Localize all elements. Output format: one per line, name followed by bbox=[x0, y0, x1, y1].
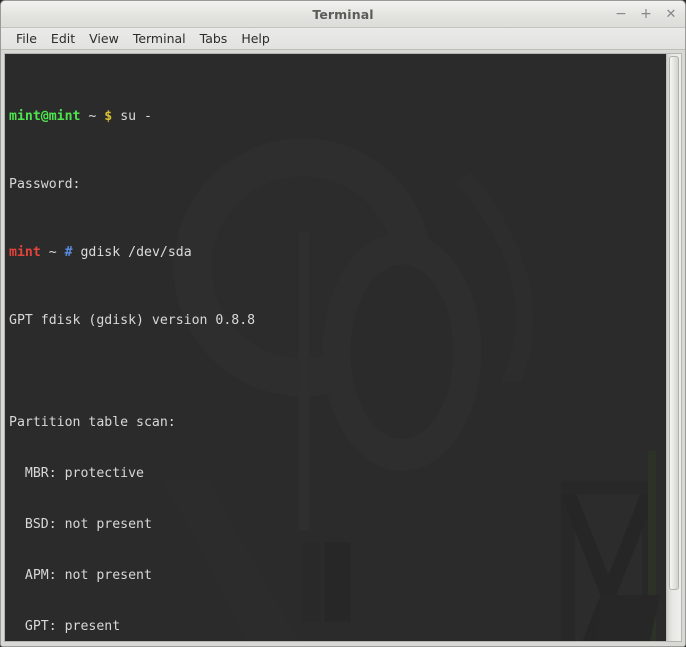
terminal-window: Terminal − + ✕ File Edit View Terminal T… bbox=[0, 0, 686, 647]
menu-item-terminal[interactable]: Terminal bbox=[126, 30, 193, 48]
prompt-path: ~ bbox=[80, 109, 105, 124]
prompt-hash-symbol: # bbox=[64, 245, 73, 260]
terminal-output-line: Partition table scan: bbox=[9, 415, 176, 430]
maximize-button[interactable]: + bbox=[639, 6, 653, 22]
minimize-button[interactable]: − bbox=[614, 6, 628, 22]
terminal-screen[interactable]: mint@mint ~ $ su - Password: mint ~ # gd… bbox=[5, 54, 666, 641]
terminal-output-line: BSD: not present bbox=[9, 517, 152, 532]
terminal-frame: mint@mint ~ $ su - Password: mint ~ # gd… bbox=[4, 53, 682, 642]
terminal-output-line: GPT: present bbox=[9, 619, 121, 634]
menu-item-view[interactable]: View bbox=[82, 30, 126, 48]
menu-item-file[interactable]: File bbox=[9, 30, 44, 48]
terminal-output-line: APM: not present bbox=[9, 568, 152, 583]
terminal-output-line: MBR: protective bbox=[9, 466, 144, 481]
typed-command-gdisk: gdisk /dev/sda bbox=[72, 245, 192, 260]
title-bar[interactable]: Terminal − + ✕ bbox=[1, 1, 685, 28]
prompt-user: mint@mint bbox=[9, 109, 81, 124]
window-title: Terminal bbox=[312, 6, 374, 22]
scrollbar-thumb[interactable] bbox=[669, 56, 679, 590]
terminal-area: mint@mint ~ $ su - Password: mint ~ # gd… bbox=[1, 50, 685, 646]
terminal-line-password: Password: bbox=[9, 177, 81, 192]
prompt-root-user: mint bbox=[9, 245, 41, 260]
terminal-text: mint@mint ~ $ su - Password: mint ~ # gd… bbox=[5, 54, 666, 641]
prompt-root-path: ~ bbox=[40, 245, 65, 260]
terminal-line-prompt-2: mint ~ # gdisk /dev/sda bbox=[9, 244, 666, 261]
close-button[interactable]: ✕ bbox=[664, 6, 678, 22]
terminal-output-line: GPT fdisk (gdisk) version 0.8.8 bbox=[9, 313, 256, 328]
terminal-line-prompt-1: mint@mint ~ $ su - bbox=[9, 108, 666, 125]
menu-item-help[interactable]: Help bbox=[234, 30, 277, 48]
terminal-scrollbar[interactable] bbox=[666, 54, 681, 641]
menu-item-edit[interactable]: Edit bbox=[44, 30, 82, 48]
menu-bar: File Edit View Terminal Tabs Help bbox=[1, 28, 685, 50]
window-controls: − + ✕ bbox=[614, 1, 678, 27]
menu-item-tabs[interactable]: Tabs bbox=[193, 30, 235, 48]
typed-command-su: su - bbox=[112, 109, 152, 124]
